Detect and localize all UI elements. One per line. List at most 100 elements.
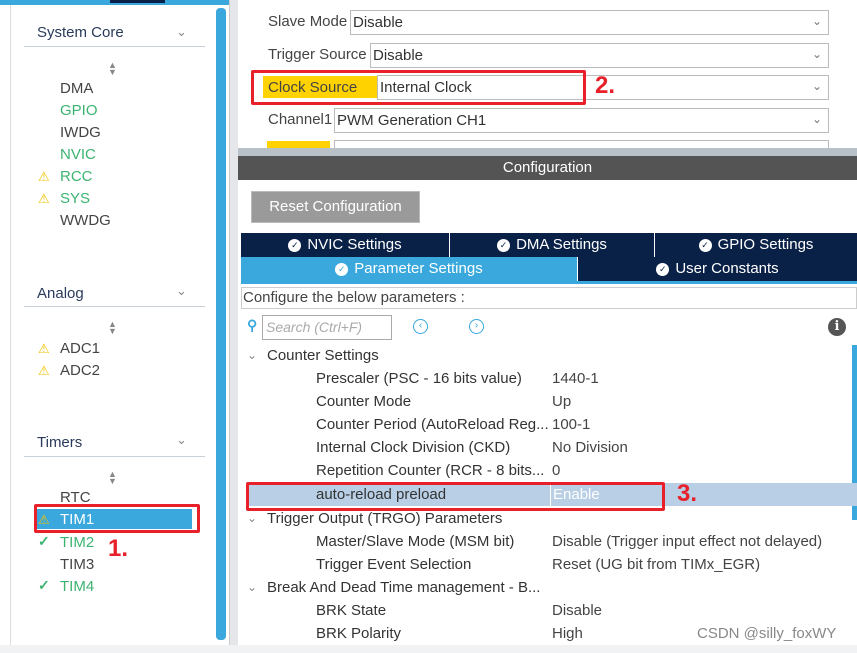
param-name: Counter Period (AutoReload Reg... <box>316 416 549 433</box>
channel1-label: Channel1 <box>268 111 333 128</box>
param-row[interactable]: Trigger Event Selection Reset (UG bit fro… <box>241 553 857 576</box>
chevron-down-icon[interactable]: ⌄ <box>176 283 187 299</box>
chevron-down-icon: ⌄ <box>811 47 822 61</box>
chevron-down-icon[interactable]: ⌄ <box>176 432 187 448</box>
tab-underline <box>241 281 857 284</box>
sort-icon[interactable]: ▲ ▼ <box>108 320 117 336</box>
param-value[interactable]: Reset (UG bit from TIMx_EGR) <box>552 553 760 576</box>
param-value[interactable]: No Division <box>552 436 628 459</box>
param-value[interactable]: Disable <box>552 599 602 622</box>
param-name: BRK State <box>316 602 387 619</box>
sort-icon[interactable]: ▲ ▼ <box>108 470 117 486</box>
sidebar-item-adc1[interactable]: ADC1 <box>60 340 100 357</box>
check-circle-icon: ✓ <box>335 263 349 276</box>
sidebar-item-gpio[interactable]: GPIO <box>60 102 98 119</box>
check-icon: ✓ <box>38 533 50 549</box>
param-value[interactable]: Up <box>552 390 571 413</box>
param-value[interactable]: 0 <box>552 459 560 482</box>
divider <box>24 46 205 47</box>
param-row[interactable]: BRK State Disable <box>241 599 857 622</box>
param-row[interactable]: Prescaler (PSC - 16 bits value) 1440-1 <box>241 367 857 390</box>
check-circle-icon: ✓ <box>698 239 712 252</box>
param-value[interactable]: 1440-1 <box>552 367 599 390</box>
param-value[interactable]: Disable (Trigger input effect not delaye… <box>552 530 822 553</box>
sidebar-item-dma[interactable]: DMA <box>60 80 93 97</box>
channel1-value: PWM Generation CH1 <box>337 112 487 129</box>
configure-hint: Configure the below parameters : <box>241 287 857 309</box>
group-break-dead-time[interactable]: ⌄ Break And Dead Time management - B... <box>241 576 857 599</box>
param-row[interactable]: Master/Slave Mode (MSM bit) Disable (Trig… <box>241 530 857 553</box>
chevron-down-icon: ⌄ <box>811 112 822 126</box>
tab-nvic-settings[interactable]: ✓ NVIC Settings <box>241 233 450 257</box>
chevron-down-icon[interactable]: ⌄ <box>176 24 187 40</box>
slave-mode-select[interactable]: Disable ⌄ <box>350 10 829 35</box>
chevron-down-icon: ⌄ <box>247 348 258 362</box>
chevron-down-icon: ⌄ <box>811 14 822 28</box>
warning-icon: ⚠ <box>38 341 50 356</box>
channel2-select-partial[interactable] <box>334 140 829 148</box>
tab-gpio-settings[interactable]: ✓ GPIO Settings <box>655 233 857 257</box>
annotation-1: 1. <box>108 535 129 562</box>
annotation-3: 3. <box>677 480 698 507</box>
sort-icon[interactable]: ▲ ▼ <box>108 61 117 77</box>
warning-icon: ⚠ <box>38 191 50 206</box>
group-counter-settings[interactable]: ⌄ Counter Settings <box>241 344 857 367</box>
divider <box>229 0 238 653</box>
group-title: Trigger Output (TRGO) Parameters <box>267 510 503 527</box>
sidebar-item-adc2[interactable]: ADC2 <box>60 362 100 379</box>
divider <box>24 306 205 307</box>
param-name: Prescaler (PSC - 16 bits value) <box>316 370 522 387</box>
sidebar-item-wwdg[interactable]: WWDG <box>60 212 111 229</box>
param-row[interactable]: Internal Clock Division (CKD) No Division <box>241 436 857 459</box>
sidebar-item-tim2[interactable]: TIM2 <box>60 534 94 551</box>
section-timers[interactable]: Timers <box>37 434 82 451</box>
chevron-down-icon: ⌄ <box>247 511 258 525</box>
param-row[interactable]: Repetition Counter (RCR - 8 bits... 0 <box>241 459 857 482</box>
warning-icon: ⚠ <box>38 363 50 378</box>
sidebar-item-iwdg[interactable]: IWDG <box>60 124 101 141</box>
tab-dma-settings[interactable]: ✓ DMA Settings <box>450 233 655 257</box>
splitter[interactable] <box>238 148 857 156</box>
search-input[interactable]: Search (Ctrl+F) <box>262 315 392 340</box>
sidebar-item-rcc[interactable]: RCC <box>60 168 93 185</box>
info-icon[interactable]: i <box>828 318 846 336</box>
sidebar-item-nvic[interactable]: NVIC <box>60 146 96 163</box>
section-system-core[interactable]: System Core <box>37 24 124 41</box>
channel1-select[interactable]: PWM Generation CH1 ⌄ <box>334 108 829 133</box>
param-name: Internal Clock Division (CKD) <box>316 439 511 456</box>
previous-icon[interactable]: ‹ <box>413 319 428 334</box>
param-row[interactable]: Counter Period (AutoReload Reg... 100-1 <box>241 413 857 436</box>
reset-configuration-button[interactable]: Reset Configuration <box>251 191 420 223</box>
group-title: Counter Settings <box>267 347 379 364</box>
trigger-source-select[interactable]: Disable ⌄ <box>370 43 829 68</box>
tab-user-constants[interactable]: ✓ User Constants <box>578 257 857 281</box>
watermark: CSDN @silly_foxWY <box>697 625 837 642</box>
tab-label: DMA Settings <box>516 236 607 253</box>
top-bar-tab <box>110 0 165 3</box>
sidebar-scrollbar[interactable] <box>216 8 226 640</box>
check-icon: ✓ <box>38 577 50 593</box>
tab-parameter-settings[interactable]: ✓ Parameter Settings <box>241 257 578 281</box>
sidebar-item-tim3[interactable]: TIM3 <box>60 556 94 573</box>
param-row[interactable]: Counter Mode Up <box>241 390 857 413</box>
next-icon[interactable]: › <box>469 319 484 334</box>
warning-icon: ⚠ <box>38 169 50 184</box>
sidebar-item-tim4[interactable]: TIM4 <box>60 578 94 595</box>
group-trgo-parameters[interactable]: ⌄ Trigger Output (TRGO) Parameters <box>241 507 857 530</box>
divider <box>24 456 205 457</box>
param-value[interactable]: High <box>552 622 583 645</box>
section-analog[interactable]: Analog <box>37 285 84 302</box>
chevron-down-icon: ⌄ <box>811 79 822 93</box>
param-name: Trigger Event Selection <box>316 556 472 573</box>
search-icon: ⚲ <box>247 317 258 333</box>
param-name: Repetition Counter (RCR - 8 bits... <box>316 462 545 479</box>
check-circle-icon: ✓ <box>288 239 302 252</box>
annotation-2: 2. <box>595 72 616 99</box>
slave-mode-value: Disable <box>353 14 404 31</box>
param-value[interactable]: 100-1 <box>552 413 590 436</box>
channel2-label-partial <box>267 141 330 148</box>
sidebar-item-sys[interactable]: SYS <box>60 190 90 207</box>
chevron-down-icon: ⌄ <box>247 580 258 594</box>
annotation-box <box>34 504 200 533</box>
check-circle-icon: ✓ <box>656 263 670 276</box>
